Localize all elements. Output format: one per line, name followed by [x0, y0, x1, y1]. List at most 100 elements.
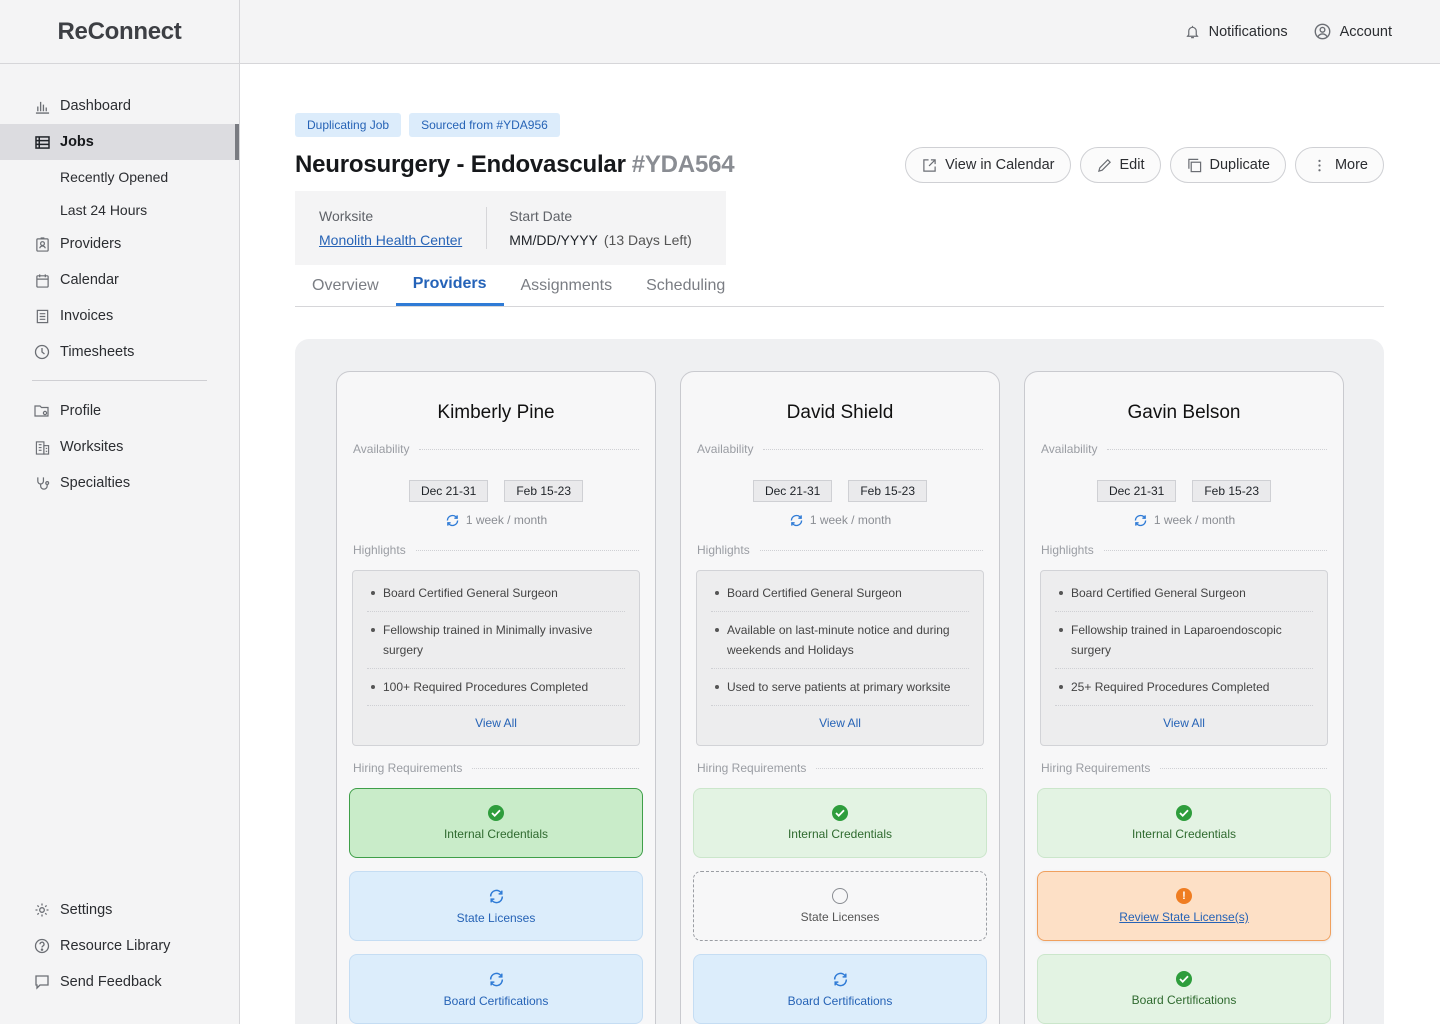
bell-icon	[1185, 25, 1199, 38]
availability-heading: Availability	[353, 442, 639, 456]
tab-scheduling[interactable]: Scheduling	[629, 265, 742, 306]
sidebar-item-label: Resource Library	[60, 938, 171, 954]
highlight-text: 100+ Required Procedures Completed	[383, 680, 589, 694]
provider-card: David Shield Availability Dec 21-31 Feb 15-…	[680, 371, 1000, 1024]
sidebar-subitem-recently-opened[interactable]: Recently Opened	[0, 160, 239, 193]
repeat-icon	[1133, 514, 1148, 527]
availability-dates: Dec 21-31 Feb 15-23	[693, 480, 987, 502]
check-circle-icon	[488, 805, 504, 821]
date-chip: Dec 21-31	[1096, 480, 1177, 502]
tab-overview[interactable]: Overview	[295, 265, 396, 306]
sourced-from-tag[interactable]: Sourced from #YDA956	[409, 113, 560, 137]
bullet	[715, 685, 719, 689]
worksite-link[interactable]: Monolith Health Center	[319, 232, 462, 248]
requirement-tile[interactable]: Board Certifications	[1037, 954, 1331, 1024]
chat-icon	[34, 974, 50, 990]
nav-divider	[32, 380, 207, 381]
brand-logo[interactable]: ReConnect	[0, 0, 239, 64]
sidebar-item-calendar[interactable]: Calendar	[0, 262, 239, 298]
tab-providers[interactable]: Providers	[395, 265, 504, 306]
building-icon	[34, 439, 50, 455]
highlight-item: Board Certified General Surgeon	[367, 575, 625, 612]
sidebar-item-send-feedback[interactable]: Send Feedback	[0, 964, 239, 1000]
hiring-requirements-label: Hiring Requirements	[1041, 761, 1151, 775]
pencil-icon	[1097, 158, 1111, 172]
stethoscope-icon	[34, 475, 50, 491]
main-nav: Dashboard Jobs Recently Opened Last 24 H…	[0, 64, 239, 501]
availability-label: Availability	[1041, 442, 1098, 456]
highlight-text: Available on last-minute notice and duri…	[727, 623, 950, 657]
availability-dates: Dec 21-31 Feb 15-23	[1037, 480, 1331, 502]
worksite-label: Worksite	[319, 208, 374, 224]
duplicating-job-tag: Duplicating Job	[295, 113, 402, 137]
edit-label: Edit	[1119, 157, 1145, 173]
highlight-text: Board Certified General Surgeon	[727, 586, 902, 600]
sidebar-item-timesheets[interactable]: Timesheets	[0, 334, 239, 370]
highlight-text: Fellowship trained in Minimally invasive…	[383, 623, 593, 657]
sidebar-item-jobs[interactable]: Jobs	[0, 124, 239, 160]
worksite-value: Monolith Health Center	[319, 232, 462, 248]
requirement-tile[interactable]: Board Certifications	[349, 954, 643, 1024]
tab-assignments[interactable]: Assignments	[504, 265, 630, 306]
sidebar-item-invoices[interactable]: Invoices	[0, 298, 239, 334]
requirement-tile[interactable]: Internal Credentials	[693, 788, 987, 858]
sidebar-item-label: Providers	[60, 236, 122, 252]
view-all-link[interactable]: View All	[711, 716, 969, 730]
requirement-tile[interactable]: Internal Credentials	[349, 788, 643, 858]
notifications-label: Notifications	[1208, 23, 1288, 40]
more-label: More	[1334, 157, 1368, 173]
requirement-tile[interactable]: ! Review State License(s)	[1037, 871, 1331, 941]
more-button[interactable]: More	[1294, 147, 1384, 183]
user-circle-icon	[1314, 23, 1331, 40]
sidebar-item-profile[interactable]: Profile	[0, 393, 239, 429]
sidebar-item-providers[interactable]: Providers	[0, 226, 239, 262]
account-link[interactable]: Account	[1314, 23, 1392, 40]
edit-button[interactable]: Edit	[1079, 147, 1161, 183]
bullet	[1059, 685, 1063, 689]
sidebar-item-specialties[interactable]: Specialties	[0, 465, 239, 501]
view-in-calendar-label: View in Calendar	[945, 157, 1055, 173]
requirement-tile[interactable]: State Licenses	[349, 871, 643, 941]
start-date-label: Start Date	[509, 208, 573, 224]
highlights-box: Board Certified General Surgeon Available…	[696, 570, 984, 746]
provider-name[interactable]: Kimberly Pine	[349, 402, 643, 426]
hiring-requirements-label: Hiring Requirements	[697, 761, 807, 775]
view-in-calendar-button[interactable]: View in Calendar	[905, 147, 1071, 183]
bullet	[1059, 628, 1063, 632]
sidebar-item-dashboard[interactable]: Dashboard	[0, 88, 239, 124]
provider-name[interactable]: Gavin Belson	[1037, 402, 1331, 426]
sidebar-item-worksites[interactable]: Worksites	[0, 429, 239, 465]
availability-label: Availability	[697, 442, 754, 456]
duplicate-button[interactable]: Duplicate	[1169, 147, 1286, 183]
availability-heading: Availability	[697, 442, 983, 456]
highlights-label: Highlights	[353, 543, 406, 557]
requirement-label: Review State License(s)	[1119, 910, 1249, 924]
requirement-tile[interactable]: Board Certifications	[693, 954, 987, 1024]
provider-name[interactable]: David Shield	[693, 402, 987, 426]
sidebar-item-resource-library[interactable]: Resource Library	[0, 928, 239, 964]
availability-label: Availability	[353, 442, 410, 456]
highlight-text: Board Certified General Surgeon	[1071, 586, 1246, 600]
requirement-tile[interactable]: Internal Credentials	[1037, 788, 1331, 858]
alert-circle-icon: !	[1176, 888, 1192, 904]
highlight-text: Used to serve patients at primary worksi…	[727, 680, 951, 694]
bullet	[371, 591, 375, 595]
sidebar-item-label: Calendar	[60, 272, 119, 288]
sidebar-subitem-last-24-hours[interactable]: Last 24 Hours	[0, 193, 239, 226]
bullet	[371, 685, 375, 689]
help-circle-icon	[34, 938, 50, 954]
requirement-label: Internal Credentials	[443, 827, 549, 841]
requirement-label: Internal Credentials	[787, 827, 893, 841]
date-chip: Feb 15-23	[848, 480, 928, 502]
requirement-label: State Licenses	[456, 910, 536, 925]
view-all-link[interactable]: View All	[367, 716, 625, 730]
repeat-icon	[445, 514, 460, 527]
document-icon	[34, 308, 50, 324]
sidebar-item-settings[interactable]: Settings	[0, 892, 239, 928]
view-all-link[interactable]: View All	[1055, 716, 1313, 730]
notifications-link[interactable]: Notifications	[1185, 24, 1288, 40]
requirement-tile[interactable]: State Licenses	[693, 871, 987, 941]
highlights-box: Board Certified General Surgeon Fellowshi…	[352, 570, 640, 746]
start-date-info: Start Date MM/DD/YYYY (13 Days Left)	[509, 208, 692, 248]
hiring-requirements-heading: Hiring Requirements	[353, 761, 639, 775]
